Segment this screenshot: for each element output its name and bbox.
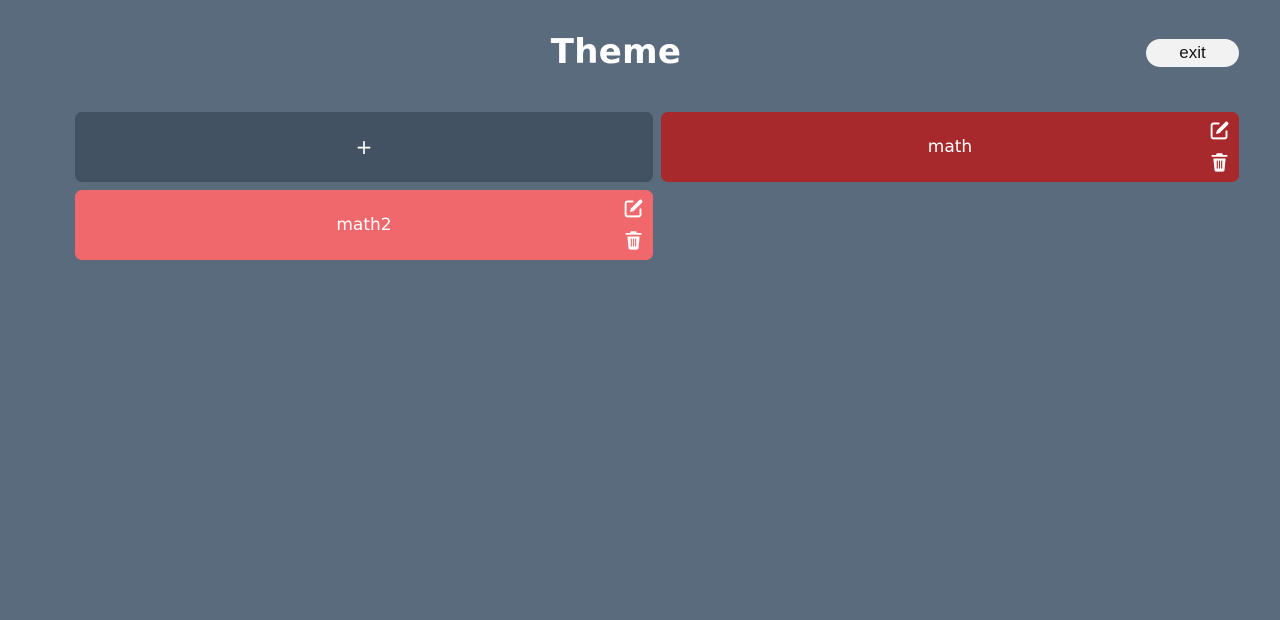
theme-card-math[interactable]: math (661, 112, 1239, 182)
edit-icon[interactable] (1209, 120, 1230, 142)
exit-button[interactable]: exit (1146, 39, 1239, 67)
page-title: Theme (550, 32, 682, 72)
card-actions (623, 198, 644, 251)
trash-icon[interactable] (1209, 151, 1230, 173)
card-actions (1209, 120, 1230, 173)
trash-icon[interactable] (623, 229, 644, 251)
theme-card-label: math2 (336, 215, 392, 235)
theme-card-math2[interactable]: math2 (75, 190, 653, 260)
add-label: + (355, 135, 373, 159)
edit-icon[interactable] (623, 198, 644, 220)
add-theme-card[interactable]: + (75, 112, 653, 182)
theme-card-label: math (927, 137, 973, 157)
